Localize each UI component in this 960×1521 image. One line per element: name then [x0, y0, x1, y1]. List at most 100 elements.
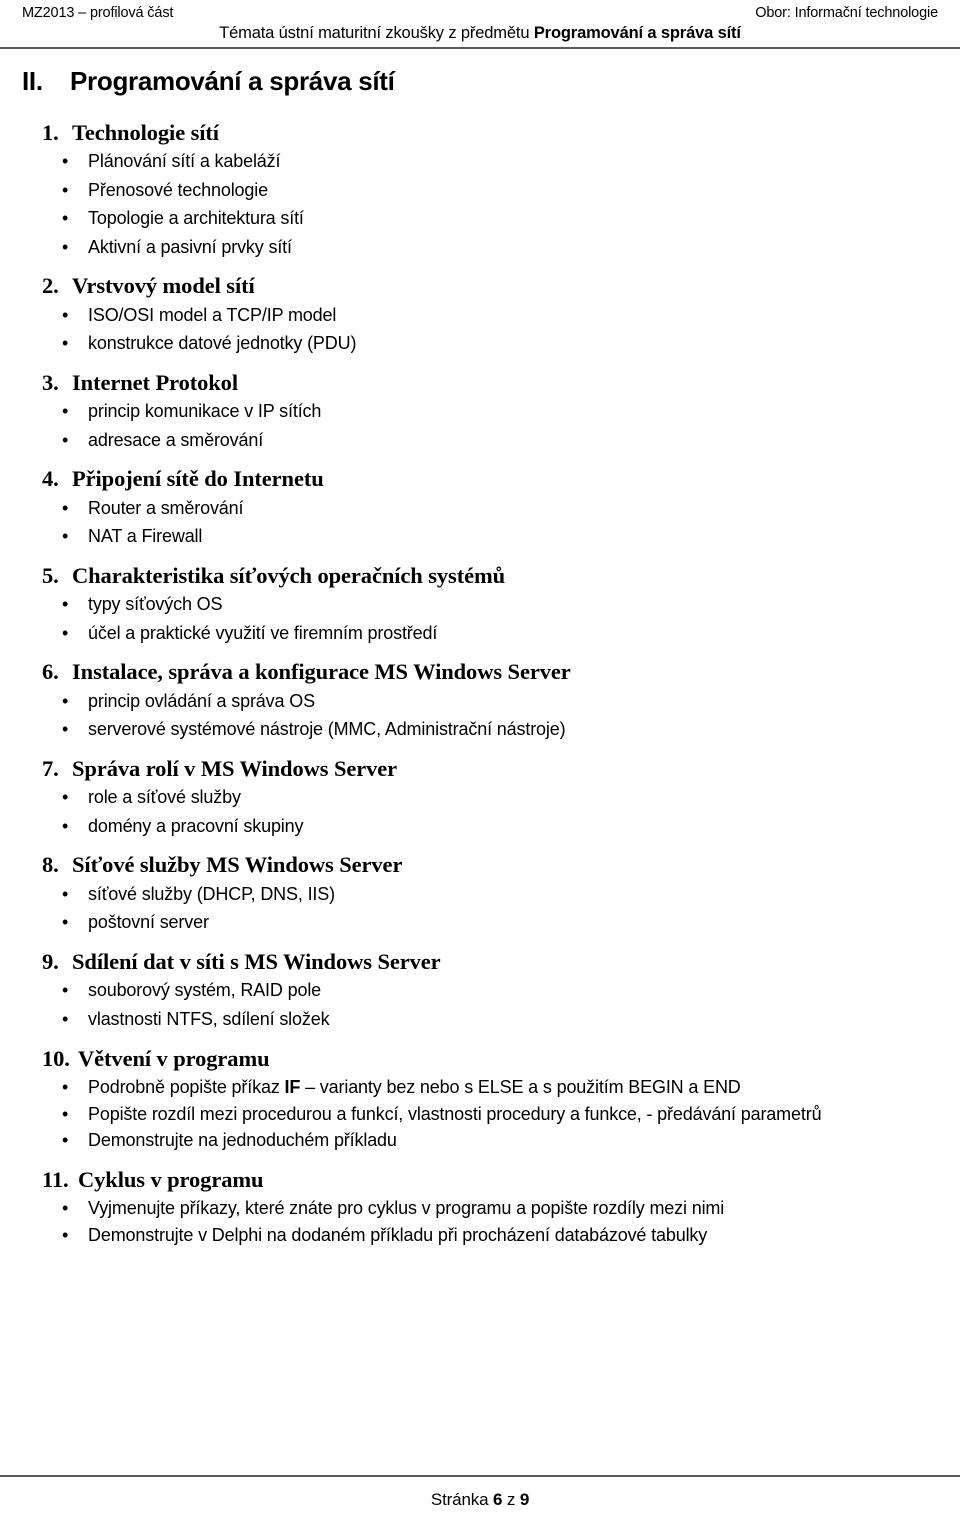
topic-title: Sdílení dat v síti s MS Windows Server	[72, 949, 441, 975]
topic-number: 7.	[42, 755, 59, 781]
bullet-text: serverové systémové nástroje (MMC, Admin…	[88, 719, 566, 740]
topic-title: Charakteristika síťových operačních syst…	[72, 562, 506, 588]
bullet-text: adresace a směrování	[88, 429, 264, 450]
topic-item: 7. Správa rolí v MS Windows Server • role a…	[22, 755, 938, 840]
header-divider-rule	[0, 47, 960, 49]
topic-heading: 3. Internet Protokol	[22, 369, 938, 396]
bullet-text: Demonstrujte na jednoduchém příkladu	[88, 1130, 397, 1151]
bullet-item: • Router a směrování	[22, 496, 938, 522]
bullet-item: • konstrukce datové jednotky (PDU)	[22, 331, 938, 357]
bullet-item: • domény a pracovní skupiny	[22, 814, 938, 840]
section-title: Programování a správa sítí	[70, 66, 395, 96]
header-subtitle-subject: Programování a správa sítí	[533, 24, 741, 43]
bullet-item: • role a síťové služby	[22, 785, 938, 811]
bullet-item: • účel a praktické využití ve firemním pr…	[22, 621, 938, 647]
topic-bullet-list: • Router a směrování • NAT a Firewall	[22, 496, 938, 550]
bullet-item: • Aktivní a pasivní prvky sítí	[22, 235, 938, 261]
topic-list: 1. Technologie sítí • Plánování sítí a kabe…	[22, 119, 938, 1248]
bullet-item: • Demonstrujte v Delphi na dodaném příkla…	[22, 1223, 938, 1249]
bullet-item: • Topologie a architektura sítí	[22, 206, 938, 232]
topic-heading: 11. Cyklus v programu	[22, 1166, 938, 1193]
topic-title: Správa rolí v MS Windows Server	[72, 755, 398, 781]
bullet-item: • Vyjmenujte příkazy, které znáte pro cyk…	[22, 1196, 938, 1222]
bullet-text: Podrobně popište příkaz IF – varianty be…	[88, 1076, 741, 1097]
topic-bullet-list: • Podrobně popište příkaz IF – varianty b…	[22, 1075, 938, 1154]
bullet-dot-icon: •	[62, 622, 69, 643]
topic-heading: 1. Technologie sítí	[22, 119, 938, 146]
bullet-dot-icon: •	[62, 429, 69, 450]
topic-item: 5. Charakteristika síťových operačních sy…	[22, 562, 938, 647]
topic-heading: 7. Správa rolí v MS Windows Server	[22, 755, 938, 782]
document-body: II. Programování a správa sítí 1. Technol…	[0, 66, 960, 1249]
topic-item: 4. Připojení sítě do Internetu • Router a s…	[22, 465, 938, 550]
bullet-text: princip komunikace v IP sítích	[88, 401, 322, 422]
topic-heading: 9. Sdílení dat v síti s MS Windows Server	[22, 948, 938, 975]
bullet-item: • NAT a Firewall	[22, 524, 938, 550]
bullet-item: • souborový systém, RAID pole	[22, 978, 938, 1004]
bullet-item: • Demonstrujte na jednoduchém příkladu	[22, 1128, 938, 1154]
topic-bullet-list: • role a síťové služby • domény a pracovní …	[22, 785, 938, 839]
bullet-item: • princip ovládání a správa OS	[22, 689, 938, 715]
page-number-text: Stránka 6 z 9	[0, 1489, 960, 1511]
header-exam-label: MZ2013 – profilová část	[22, 5, 174, 21]
bullet-item: • síťové služby (DHCP, DNS, IIS)	[22, 882, 938, 908]
topic-number: 11.	[42, 1166, 69, 1192]
topic-item: 3. Internet Protokol • princip komunikace v…	[22, 369, 938, 454]
topic-title: Internet Protokol	[72, 369, 238, 395]
bullet-dot-icon: •	[62, 1076, 69, 1097]
bullet-text: princip ovládání a správa OS	[88, 690, 315, 711]
bullet-text: ISO/OSI model a TCP/IP model	[88, 304, 337, 325]
topic-bullet-list: • Plánování sítí a kabeláží • Přenosové tec…	[22, 149, 938, 260]
footer-separator: z	[502, 1489, 520, 1509]
footer-total-pages: 9	[519, 1489, 530, 1509]
bullet-dot-icon: •	[62, 1130, 69, 1151]
topic-title: Připojení sítě do Internetu	[72, 466, 324, 492]
section-number: II.	[22, 66, 43, 96]
bullet-text: typy síťových OS	[88, 594, 223, 615]
topic-bullet-list: • princip ovládání a správa OS • serverové …	[22, 689, 938, 743]
topic-bullet-list: • princip komunikace v IP sítích • adresace…	[22, 399, 938, 453]
topic-title: Síťové služby MS Windows Server	[72, 852, 403, 878]
topic-bullet-list: • síťové služby (DHCP, DNS, IIS) • poštovní…	[22, 882, 938, 936]
topic-number: 6.	[42, 659, 59, 685]
bullet-text: vlastnosti NTFS, sdílení složek	[88, 1009, 330, 1029]
topic-bullet-list: • souborový systém, RAID pole • vlastnosti …	[22, 978, 938, 1032]
footer-divider-rule	[0, 1475, 960, 1477]
bullet-text: role a síťové služby	[88, 787, 241, 808]
bullet-dot-icon: •	[62, 883, 69, 904]
topic-number: 1.	[42, 119, 59, 145]
topic-number: 5.	[42, 562, 59, 588]
bullet-text: Popište rozdíl mezi procedurou a funkcí,…	[88, 1103, 822, 1124]
topic-heading: 2. Vrstvový model sítí	[22, 272, 938, 299]
bullet-text: síťové služby (DHCP, DNS, IIS)	[88, 883, 335, 904]
topic-number: 2.	[42, 273, 59, 299]
bullet-dot-icon: •	[62, 1224, 69, 1245]
bullet-dot-icon: •	[62, 690, 69, 711]
topic-number: 8.	[42, 852, 59, 878]
footer-prefix: Stránka	[430, 1489, 493, 1509]
bullet-dot-icon: •	[62, 1009, 69, 1029]
bullet-dot-icon: •	[62, 497, 69, 518]
topic-bullet-list: • typy síťových OS • účel a praktické využi…	[22, 592, 938, 646]
bullet-text: účel a praktické využití ve firemním pro…	[88, 622, 438, 643]
bullet-dot-icon: •	[62, 980, 69, 1001]
document-page: MZ2013 – profilová část Obor: Informační…	[0, 0, 960, 1521]
section-heading: II. Programování a správa sítí	[22, 66, 938, 97]
bullet-dot-icon: •	[62, 787, 69, 808]
header-top-row: MZ2013 – profilová část Obor: Informační…	[22, 4, 938, 22]
bullet-item: • typy síťových OS	[22, 592, 938, 618]
bullet-item: • Podrobně popište příkaz IF – varianty b…	[22, 1075, 938, 1101]
topic-item: 10. Větvení v programu • Podrobně popište p…	[22, 1045, 938, 1154]
bullet-item: • Plánování sítí a kabeláží	[22, 149, 938, 175]
bullet-dot-icon: •	[62, 236, 69, 257]
header-subtitle: Témata ústní maturitní zkoušky z předmět…	[22, 23, 938, 44]
bullet-text: poštovní server	[88, 912, 209, 933]
bullet-text: Topologie a architektura sítí	[88, 208, 304, 229]
bullet-item: • poštovní server	[22, 910, 938, 936]
bullet-text: NAT a Firewall	[88, 526, 203, 547]
topic-item: 6. Instalace, správa a konfigurace MS Win…	[22, 658, 938, 743]
bullet-dot-icon: •	[62, 1103, 69, 1124]
bullet-item: • adresace a směrování	[22, 428, 938, 454]
bullet-dot-icon: •	[62, 526, 69, 547]
bullet-dot-icon: •	[62, 594, 69, 615]
